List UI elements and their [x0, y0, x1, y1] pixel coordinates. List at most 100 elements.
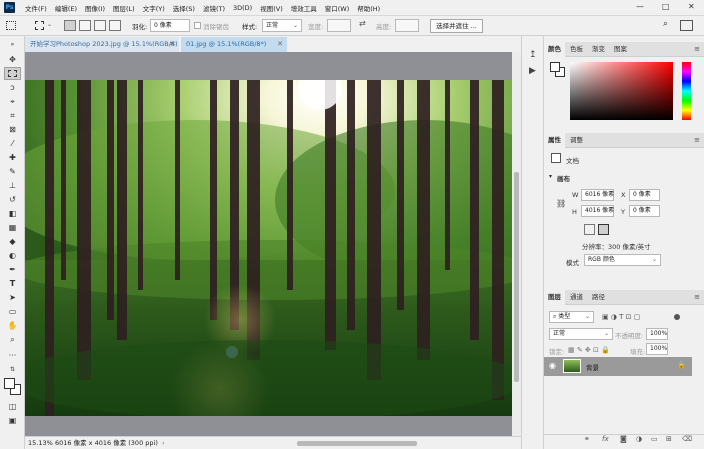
home-marquee-icon[interactable]	[6, 21, 16, 30]
swap-colors-icon[interactable]: ⇅	[4, 363, 21, 376]
color-picker-field[interactable]	[570, 62, 673, 120]
canvas-collapse-icon[interactable]: ▾	[549, 173, 552, 180]
forest-photo[interactable]	[25, 80, 512, 416]
status-expand-icon[interactable]: ›	[162, 437, 165, 449]
panel-menu-icon[interactable]: ≡	[694, 136, 700, 144]
rect-marquee-preset-icon[interactable]	[35, 21, 44, 30]
layer-name[interactable]: 背景	[586, 362, 599, 372]
hue-slider[interactable]	[682, 62, 691, 120]
vertical-scrollbar[interactable]	[512, 52, 521, 436]
menu-layer[interactable]: 图层(L)	[109, 3, 139, 13]
visibility-eye-icon[interactable]: ◉	[549, 361, 556, 370]
dodge-tool-icon[interactable]: ◐	[4, 249, 21, 262]
eraser-tool-icon[interactable]: ◧	[4, 207, 21, 220]
menu-plugins[interactable]: 增效工具	[287, 3, 321, 13]
subtract-from-selection-icon[interactable]	[94, 20, 106, 31]
minimize-button[interactable]: —	[636, 2, 644, 11]
rectangle-tool-icon[interactable]: ▭	[4, 305, 21, 318]
actions-panel-icon[interactable]: ▶	[529, 66, 536, 76]
zoom-tool-icon[interactable]: ⌕	[4, 333, 21, 346]
menu-edit[interactable]: 编辑(E)	[51, 3, 81, 13]
move-tool-icon[interactable]: ✥	[4, 53, 21, 66]
panel-menu-icon[interactable]: ≡	[694, 293, 700, 301]
blend-mode-select[interactable]: 正常 ⌄	[549, 328, 613, 340]
collapse-tools-icon[interactable]: »	[4, 38, 21, 51]
menu-select[interactable]: 选择(S)	[169, 3, 199, 13]
more-tools-icon[interactable]: ···	[4, 349, 21, 362]
select-and-mask-button[interactable]: 选择并遮住 ...	[430, 19, 483, 33]
eyedropper-tool-icon[interactable]: ⁄	[4, 137, 21, 150]
lasso-tool-icon[interactable]: ↄ	[4, 81, 21, 94]
menu-help[interactable]: 帮助(H)	[353, 3, 384, 13]
portrait-orientation-icon[interactable]	[584, 224, 595, 235]
adjustment-layer-icon[interactable]: ◑	[636, 435, 642, 443]
lock-icons[interactable]: ▦ ✎ ✥ ⊡ 🔒	[568, 346, 610, 354]
pen-tool-icon[interactable]: ✒	[4, 263, 21, 276]
menu-view[interactable]: 视图(V)	[256, 3, 287, 13]
link-layers-icon[interactable]: ⚭	[584, 435, 590, 443]
frame-tool-icon[interactable]: ⊠	[4, 123, 21, 136]
tab-layers[interactable]: 图层	[544, 290, 565, 305]
path-select-tool-icon[interactable]: ➤	[4, 291, 21, 304]
canvas-width-input[interactable]: 6016 像素	[581, 189, 614, 201]
menu-type[interactable]: 文字(Y)	[139, 3, 169, 13]
color-mode-select[interactable]: RGB 颜色 ⌄	[584, 254, 661, 266]
history-brush-tool-icon[interactable]: ↺	[4, 193, 21, 206]
add-to-selection-icon[interactable]	[79, 20, 91, 31]
quick-mask-icon[interactable]: ◫	[4, 400, 21, 413]
style-select[interactable]: 正常 ⌄	[262, 19, 302, 32]
gradient-tool-icon[interactable]: ▦	[4, 221, 21, 234]
new-layer-icon[interactable]: ⊞	[666, 435, 672, 443]
fx-icon[interactable]: fx	[602, 435, 609, 443]
menu-3d[interactable]: 3D(D)	[229, 4, 256, 12]
blur-tool-icon[interactable]: ◆	[4, 235, 21, 248]
preset-dropdown-chevron-icon[interactable]: ⌄	[47, 21, 52, 28]
link-dimensions-icon[interactable]: ⛓	[556, 199, 566, 208]
canvas-y-input[interactable]: 0 像素	[629, 205, 660, 217]
color-fg-swatch[interactable]	[550, 62, 560, 72]
trash-icon[interactable]: ⌫	[682, 435, 692, 443]
menu-file[interactable]: 文件(F)	[21, 3, 51, 13]
horizontal-scroll-thumb[interactable]	[297, 441, 417, 446]
close-icon[interactable]: ✕	[277, 37, 283, 52]
zoom-level[interactable]: 15.13%	[28, 437, 53, 449]
rect-marquee-tool-icon[interactable]	[4, 67, 21, 80]
menu-image[interactable]: 图像(I)	[81, 3, 109, 13]
menu-filter[interactable]: 滤镜(T)	[199, 3, 229, 13]
menu-window[interactable]: 窗口(W)	[321, 3, 354, 13]
vertical-scroll-thumb[interactable]	[514, 172, 519, 382]
tab-paths[interactable]: 路径	[588, 290, 609, 305]
panel-menu-icon[interactable]: ≡	[694, 45, 700, 53]
clone-stamp-tool-icon[interactable]: ⊥	[4, 179, 21, 192]
layer-filter-icons[interactable]: ▣ ◑ T ⊡ ▢	[602, 313, 640, 321]
canvas-x-input[interactable]: 0 像素	[629, 189, 660, 201]
layer-filter-select[interactable]: ⌕ 类型 ⌄	[549, 311, 594, 323]
landscape-orientation-icon[interactable]	[598, 224, 609, 235]
antialias-checkbox[interactable]	[194, 22, 201, 29]
feather-input[interactable]: 0 像素	[150, 19, 190, 32]
maximize-button[interactable]: □	[662, 2, 670, 11]
canvas-area[interactable]	[25, 52, 512, 436]
close-window-button[interactable]: ✕	[688, 2, 695, 11]
hand-tool-icon[interactable]: ✋	[4, 319, 21, 332]
swap-arrows-icon[interactable]: ⇄	[359, 19, 366, 28]
group-folder-icon[interactable]: ▭	[651, 435, 658, 443]
filter-toggle-icon[interactable]	[674, 314, 680, 320]
tab-01-jpg[interactable]: 01.jpg @ 15.1%(RGB/8*) ✕	[181, 37, 287, 52]
tab-swatches[interactable]: 色板	[566, 42, 587, 57]
new-selection-icon[interactable]	[64, 20, 76, 31]
crop-tool-icon[interactable]: ⌗	[4, 109, 21, 122]
tab-color[interactable]: 颜色	[544, 42, 565, 57]
search-icon[interactable]: ⌕	[663, 19, 668, 29]
screen-mode-icon[interactable]: ▣	[4, 414, 21, 427]
workspace-icon[interactable]	[680, 20, 693, 31]
close-icon[interactable]: ✕	[169, 37, 175, 52]
tab-patterns[interactable]: 图案	[610, 42, 631, 57]
object-select-tool-icon[interactable]: ⌖	[4, 95, 21, 108]
opacity-input[interactable]: 100%	[646, 328, 668, 340]
tab-properties[interactable]: 属性	[544, 133, 565, 148]
type-tool-icon[interactable]: T	[4, 277, 21, 290]
tab-gradients[interactable]: 渐变	[588, 42, 609, 57]
add-mask-icon[interactable]: ◙	[620, 435, 627, 443]
canvas-height-input[interactable]: 4016 像素	[581, 205, 614, 217]
